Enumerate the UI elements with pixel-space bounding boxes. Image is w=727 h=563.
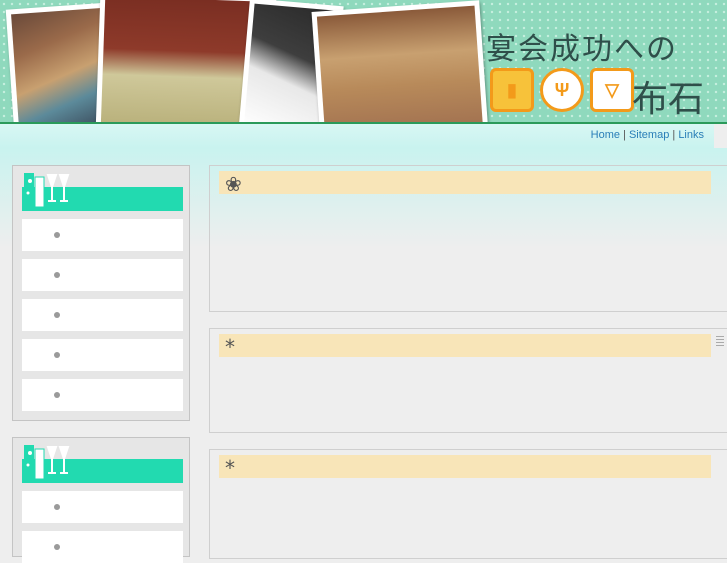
- sidebar-menu-item[interactable]: [22, 339, 183, 371]
- content-panel-title: *: [219, 455, 711, 480]
- sidebar-menu-header: [22, 443, 183, 483]
- content-panel-title: *: [219, 334, 711, 359]
- bottles-glasses-icon: [24, 173, 70, 209]
- sidebar-menu-item[interactable]: [22, 379, 183, 411]
- bullet-icon: [54, 352, 60, 358]
- sidebar-menu-1: [12, 165, 190, 421]
- fork-knife-plate-icon: Ψ: [540, 68, 584, 112]
- site-title-icons: ▮ Ψ ▽: [490, 68, 634, 112]
- content-panel-2: *: [209, 328, 727, 433]
- bullet-icon: [54, 312, 60, 318]
- bullet-icon: [54, 504, 60, 510]
- sidebar-menu-2: [12, 437, 190, 563]
- sidebar-menu-item[interactable]: [22, 491, 183, 523]
- asterisk-icon: *: [225, 456, 235, 480]
- nav-separator: |: [672, 129, 676, 141]
- nav-link-sitemap[interactable]: Sitemap: [629, 129, 669, 141]
- sidebar-menu-item[interactable]: [22, 531, 183, 563]
- site-header: 宴会成功への ▮ Ψ ▽ 布石: [0, 0, 727, 123]
- beer-mug-icon: ▮: [490, 68, 534, 112]
- asterisk-icon: *: [225, 335, 235, 359]
- sidebar-menu-item[interactable]: [22, 219, 183, 251]
- bullet-icon: [54, 232, 60, 238]
- sidebar-menu-header: [22, 171, 183, 211]
- nav-link-links[interactable]: Links: [678, 129, 704, 141]
- content-panel-1: ❀: [209, 165, 727, 312]
- top-nav: Home | Sitemap | Links: [0, 124, 714, 148]
- sidebar-menu-item[interactable]: [22, 259, 183, 291]
- site-title-kanji: 布石: [632, 79, 705, 120]
- nav-links: Home | Sitemap | Links: [591, 129, 704, 141]
- bottles-glasses-icon: [24, 445, 70, 481]
- site-title-line: 宴会成功への: [486, 32, 678, 67]
- content-panel-title: ❀: [219, 171, 711, 196]
- header-photo-hall-tables: [311, 0, 489, 123]
- cocktail-glass-icon: ▽: [590, 68, 634, 112]
- nav-separator: |: [623, 129, 626, 141]
- bullet-icon: [54, 272, 60, 278]
- content-panel-3: *: [209, 449, 727, 559]
- bullet-icon: [54, 392, 60, 398]
- sidebar-menu-item[interactable]: [22, 299, 183, 331]
- flower-icon: ❀: [225, 172, 242, 196]
- nav-link-home[interactable]: Home: [591, 129, 620, 141]
